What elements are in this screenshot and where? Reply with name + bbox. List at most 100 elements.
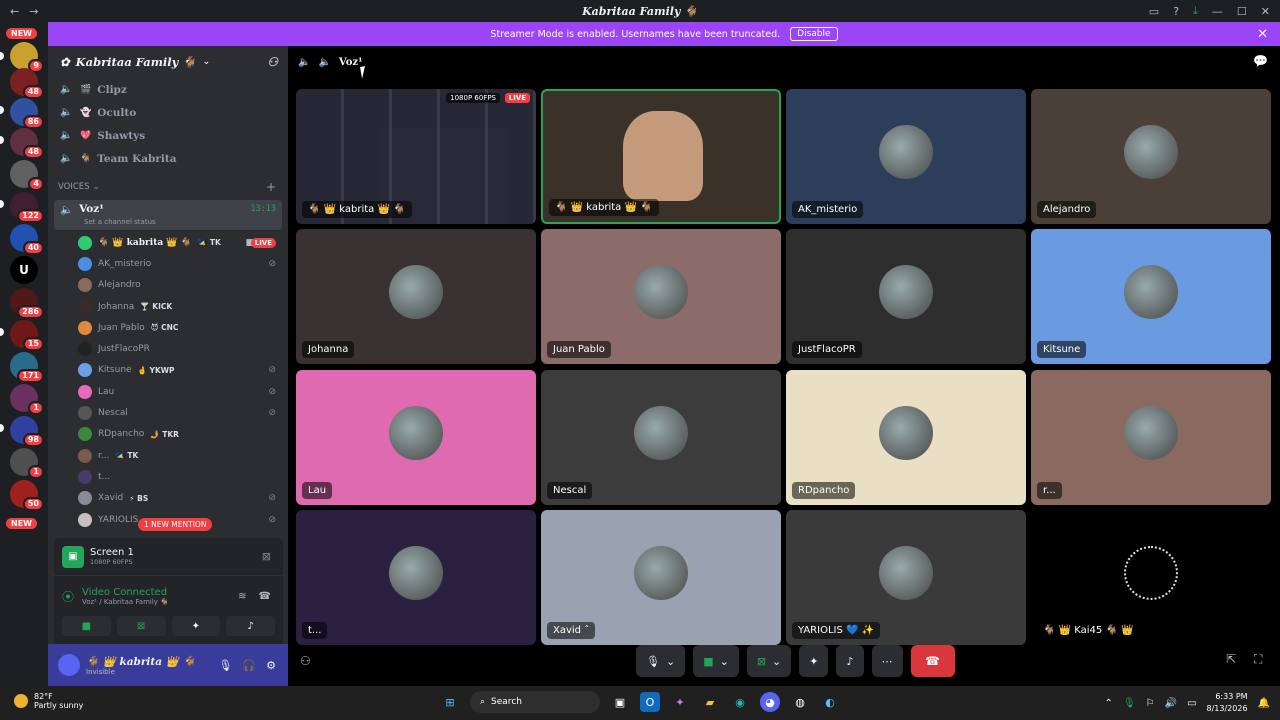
voice-channel-team-kabrita[interactable]: 🔈 🐐 Team Kabrita: [48, 147, 288, 170]
disconnect-button[interactable]: ☎: [910, 645, 955, 677]
avatar[interactable]: [58, 654, 80, 676]
maximize-icon[interactable]: ☐: [1237, 5, 1247, 18]
add-channel-icon[interactable]: +: [266, 180, 276, 194]
video-tile[interactable]: AK_misterio: [786, 89, 1026, 224]
stop-share-icon[interactable]: ⊠: [262, 550, 271, 563]
chrome-icon[interactable]: ◍: [790, 692, 810, 712]
video-tile[interactable]: JustFlacoPR: [786, 229, 1026, 364]
battery-icon[interactable]: ▭: [1187, 698, 1196, 709]
channel-status[interactable]: Set a channel status: [60, 218, 282, 226]
category-voices[interactable]: VOICES ⌄ +: [48, 176, 288, 198]
clock[interactable]: 6:33 PM 8/13/2026: [1207, 691, 1248, 715]
disable-button[interactable]: Disable: [790, 27, 838, 41]
video-tile[interactable]: 🐐 👑 Kai45 🐐 👑: [1031, 510, 1271, 645]
popout-icon[interactable]: ⇱: [1226, 652, 1236, 666]
video-tile[interactable]: r...: [1031, 370, 1271, 505]
voice-user[interactable]: JustFlacoPR: [48, 338, 288, 359]
file-explorer-icon[interactable]: ▰: [700, 692, 720, 712]
voice-user[interactable]: Johanna 🍸 KICK: [48, 296, 288, 317]
headphones-icon[interactable]: 🎧: [242, 659, 256, 672]
voice-user[interactable]: Xavid ⚡ BS ⊘: [48, 488, 288, 509]
server-icon[interactable]: 1: [10, 448, 44, 479]
server-icon[interactable]: 1: [10, 384, 44, 415]
chevron-up-icon[interactable]: ⌃: [1105, 698, 1113, 709]
voice-user[interactable]: Juan Pablo 😈 CNC: [48, 317, 288, 338]
microphone-icon[interactable]: 🎙: [1123, 698, 1136, 709]
discord-icon[interactable]: ◕: [760, 692, 780, 712]
server-icon[interactable]: 15: [10, 320, 44, 351]
microphone-button[interactable]: 🎙 ⌄: [636, 645, 686, 677]
start-icon[interactable]: ⊞: [440, 692, 460, 712]
server-icon[interactable]: 48: [10, 128, 44, 159]
camera-button[interactable]: ■ ⌄: [693, 645, 739, 677]
share-screen-button[interactable]: ⊠ ⌄: [746, 645, 792, 677]
fullscreen-icon[interactable]: ⛶: [1254, 652, 1262, 667]
minimize-icon[interactable]: —: [1212, 5, 1223, 18]
copilot-icon[interactable]: ✦: [670, 692, 690, 712]
voice-user[interactable]: Lau ⊘: [48, 381, 288, 402]
server-icon[interactable]: 40: [10, 224, 44, 255]
close-icon[interactable]: ✕: [1257, 27, 1268, 42]
voice-user[interactable]: 🐐 👑 kabrita 👑 🐐 🇹🇰 TK ■ LIVE: [48, 232, 288, 253]
video-tile[interactable]: t...: [296, 510, 536, 645]
voice-user[interactable]: r... 🇹🇰 TK: [48, 445, 288, 466]
server-icon[interactable]: 286: [10, 288, 44, 319]
video-tile[interactable]: Juan Pablo: [541, 229, 781, 364]
voice-channel-clipz[interactable]: 🔈 🎬 Clipz: [48, 78, 288, 101]
voice-channel-shawtys[interactable]: 🔈 💖 Shawtys: [48, 124, 288, 147]
new-mention-badge[interactable]: 1 NEW MENTION: [138, 518, 213, 531]
task-view-icon[interactable]: ▣: [610, 692, 630, 712]
disconnect-icon[interactable]: ☎: [259, 591, 271, 602]
chevron-down-icon[interactable]: ⌄: [720, 655, 729, 668]
add-people-icon[interactable]: ⚇: [300, 654, 311, 668]
server-icon[interactable]: 86: [10, 98, 44, 129]
voice-user[interactable]: RDpancho 🤳 TKR: [48, 424, 288, 445]
more-button[interactable]: ⋯: [871, 645, 903, 677]
voice-channel-oculto[interactable]: 🔈 👻 Oculto: [48, 101, 288, 124]
video-tile[interactable]: Xavid ˆ: [541, 510, 781, 645]
server-icon[interactable]: 171: [10, 352, 44, 383]
microphone-icon[interactable]: 🎙: [218, 659, 232, 672]
close-icon[interactable]: ✕: [1261, 5, 1270, 18]
app-icon[interactable]: ◐: [820, 692, 840, 712]
current-voice-channel[interactable]: 🔈 Voz¹ Set a channel status 13:13: [54, 200, 282, 230]
camera-button[interactable]: ■: [62, 616, 111, 636]
voice-user[interactable]: t...: [48, 466, 288, 487]
weather-widget[interactable]: 82°F Partly sunny: [14, 692, 83, 710]
server-icon[interactable]: 48: [10, 68, 44, 99]
share-screen-button[interactable]: ⊠: [116, 616, 166, 636]
voice-user[interactable]: AK_misterio ⊘: [48, 253, 288, 274]
activities-button[interactable]: ✦: [171, 616, 221, 636]
back-arrow-icon[interactable]: ←: [10, 5, 19, 18]
outlook-icon[interactable]: O: [640, 692, 660, 712]
voice-user[interactable]: Kitsune 🤞 YKWP ⊘: [48, 360, 288, 381]
voice-user[interactable]: Alejandro: [48, 275, 288, 296]
server-icon[interactable]: 50: [10, 480, 44, 511]
screen-share-tile[interactable]: 1080P 60FPS LIVE 🐐 👑 kabrita 👑 🐐: [296, 89, 536, 224]
soundboard-button[interactable]: ♪: [226, 616, 275, 636]
search-box[interactable]: ⌕ Search: [470, 691, 600, 713]
noise-suppression-icon[interactable]: ≋: [238, 591, 246, 602]
server-icon[interactable]: U: [10, 256, 38, 284]
video-tile[interactable]: Johanna: [296, 229, 536, 364]
notification-bell-icon[interactable]: 🔔: [1258, 698, 1270, 709]
voice-user[interactable]: Nescal ⊘: [48, 402, 288, 423]
inbox-icon[interactable]: ▭: [1149, 5, 1159, 18]
video-tile[interactable]: RDpancho: [786, 370, 1026, 505]
server-header[interactable]: ✿ Kabritaa Family 🐐 ⌄ ⚇: [48, 46, 288, 78]
video-tile[interactable]: 🐐 👑 kabrita 👑 🐐: [541, 89, 781, 224]
download-icon[interactable]: ⤓: [1193, 4, 1198, 18]
chat-icon[interactable]: 💬: [1253, 54, 1268, 68]
help-icon[interactable]: ?: [1173, 5, 1179, 18]
gear-icon[interactable]: ⚙: [266, 659, 276, 672]
server-icon[interactable]: 98: [10, 416, 44, 447]
chevron-down-icon[interactable]: ⌄: [772, 655, 781, 668]
video-tile[interactable]: Alejandro: [1031, 89, 1271, 224]
soundboard-button[interactable]: ♪: [836, 645, 864, 677]
invite-icon[interactable]: ⚇: [267, 55, 278, 69]
video-tile[interactable]: Kitsune: [1031, 229, 1271, 364]
edge-icon[interactable]: ◉: [730, 692, 750, 712]
volume-icon[interactable]: 🔊: [1165, 698, 1177, 709]
video-tile[interactable]: Nescal: [541, 370, 781, 505]
chevron-down-icon[interactable]: ⌄: [666, 655, 675, 668]
